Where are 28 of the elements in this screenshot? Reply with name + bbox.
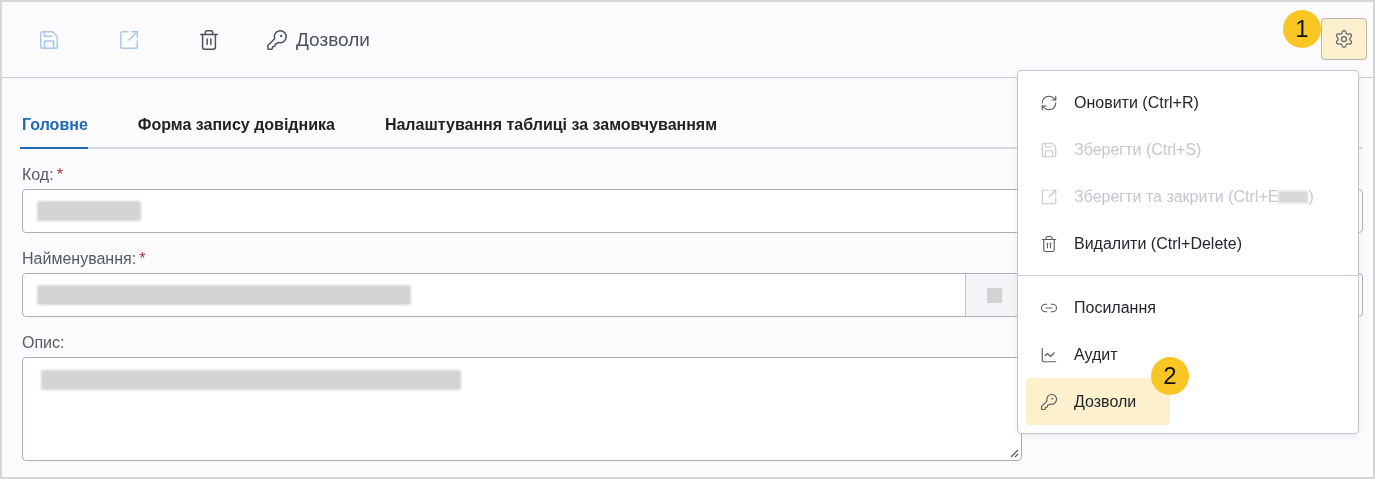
key-icon xyxy=(266,28,288,51)
field-label: Опис: xyxy=(22,335,66,351)
trash-icon xyxy=(1040,234,1058,253)
chart-line-icon xyxy=(1040,345,1058,364)
callout-badge: 2 xyxy=(1151,357,1189,395)
key-icon xyxy=(1040,392,1058,411)
menu-item[interactable]: Посилання xyxy=(1026,284,1170,331)
save-icon xyxy=(38,28,60,51)
tab[interactable]: Форма запису довідника xyxy=(135,108,335,149)
settings-icon xyxy=(1334,28,1354,49)
square-icon xyxy=(986,287,1002,303)
tab[interactable]: Головне xyxy=(20,108,88,149)
external-link-icon xyxy=(1040,187,1058,206)
callout-badge: 1 xyxy=(1283,10,1321,48)
field-label: Найменування: * xyxy=(22,251,147,267)
field-label: Код: * xyxy=(22,167,64,183)
resize-grip-icon xyxy=(1010,449,1019,458)
permissions-button[interactable]: Дозволи xyxy=(258,22,378,57)
text-area[interactable] xyxy=(22,357,1022,461)
menu-item[interactable]: Видалити (Ctrl+Delete) xyxy=(1026,220,1256,267)
save-icon xyxy=(1040,140,1058,159)
trash-icon xyxy=(198,28,220,51)
menu-item[interactable]: Оновити (Ctrl+R) xyxy=(1026,79,1213,126)
menu-item[interactable]: Аудит xyxy=(1026,331,1132,378)
settings-button[interactable] xyxy=(1321,17,1367,60)
external-link-icon xyxy=(118,28,140,51)
refresh-icon xyxy=(1040,93,1058,112)
tab[interactable]: Налаштування таблиці за замовчуванням xyxy=(382,108,718,149)
